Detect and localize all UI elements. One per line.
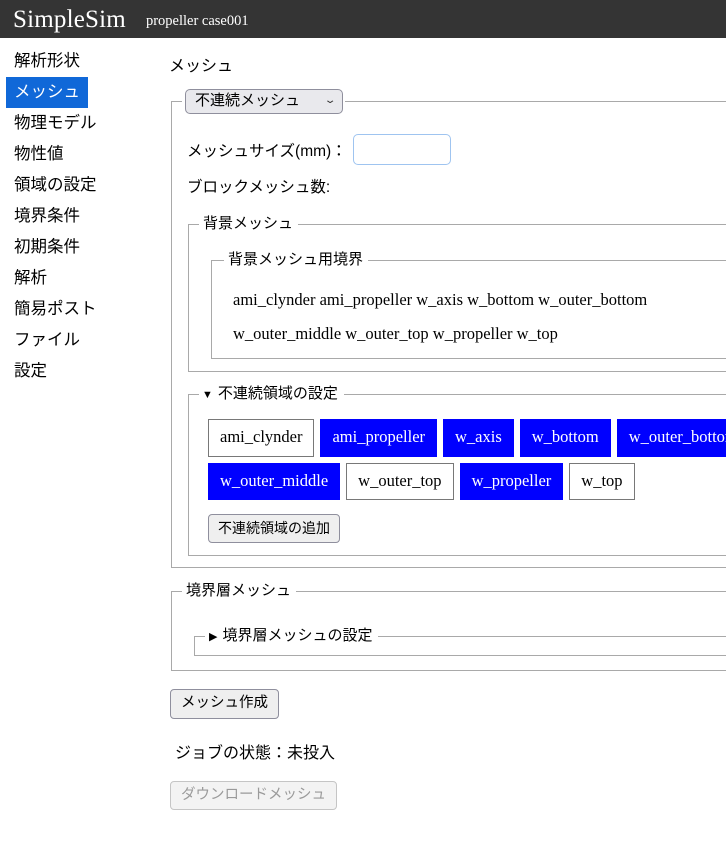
boundary-layer-mesh-settings-legend[interactable]: ▶ 境界層メッシュの設定 bbox=[205, 628, 378, 645]
sidebar-item-file[interactable]: ファイル bbox=[6, 325, 88, 356]
sidebar-item-physics-model[interactable]: 物理モデル bbox=[6, 108, 105, 139]
discontinuous-region-chip-list: ami_clynder ami_propeller w_axis w_botto… bbox=[208, 419, 726, 500]
sidebar-item-simple-post[interactable]: 簡易ポスト bbox=[6, 294, 105, 325]
triangle-down-icon: ▼ bbox=[202, 389, 213, 401]
main-content: メッシュ 不連続メッシュ ⌄ メッシュサイズ(mm)： ブロックメッシュ数: 背… bbox=[146, 38, 726, 862]
mesh-type-select-value: 不連続メッシュ bbox=[195, 92, 301, 109]
app-brand: SimpleSim bbox=[13, 5, 126, 33]
boundary-layer-mesh-panel: 境界層メッシュ ▶ 境界層メッシュの設定 bbox=[171, 582, 726, 672]
region-chip-ami-propeller[interactable]: ami_propeller bbox=[320, 419, 438, 457]
region-chip-w-propeller[interactable]: w_propeller bbox=[459, 462, 564, 500]
create-mesh-button[interactable]: メッシュ作成 bbox=[170, 689, 279, 719]
mesh-size-input[interactable] bbox=[352, 134, 451, 165]
boundary-layer-mesh-settings-panel: ▶ 境界層メッシュの設定 bbox=[194, 628, 726, 657]
mesh-settings-panel: 不連続メッシュ ⌄ メッシュサイズ(mm)： ブロックメッシュ数: 背景メッシュ… bbox=[171, 89, 726, 569]
app-header: SimpleSim propeller case001 bbox=[0, 0, 726, 38]
boundary-name-line: ami_clynder ami_propeller w_axis w_botto… bbox=[233, 290, 648, 309]
sidebar-item-analysis[interactable]: 解析 bbox=[6, 263, 55, 294]
discontinuous-region-legend-label: 不連続領域の設定 bbox=[217, 385, 338, 402]
background-mesh-boundary-legend: 背景メッシュ用境界 bbox=[228, 251, 364, 268]
region-chip-w-outer-middle[interactable]: w_outer_middle bbox=[208, 462, 341, 500]
case-name-label: propeller case001 bbox=[145, 12, 249, 29]
add-discontinuous-region-button[interactable]: 不連続領域の追加 bbox=[208, 514, 340, 544]
mesh-size-label: メッシュサイズ(mm)： bbox=[187, 142, 347, 160]
sidebar-item-material-properties[interactable]: 物性値 bbox=[6, 139, 72, 170]
region-chip-w-bottom[interactable]: w_bottom bbox=[519, 419, 611, 457]
background-mesh-panel: 背景メッシュ 背景メッシュ用境界 ami_clynder ami_propell… bbox=[188, 216, 726, 372]
boundary-name-line: w_outer_middle w_outer_top w_propeller w… bbox=[233, 324, 558, 343]
sidebar-nav: 解析形状 メッシュ 物理モデル 物性値 領域の設定 境界条件 初期条件 解析 簡… bbox=[0, 38, 146, 862]
region-chip-ami-clynder[interactable]: ami_clynder bbox=[208, 419, 315, 457]
background-mesh-legend: 背景メッシュ bbox=[203, 215, 294, 232]
region-chip-w-outer-top[interactable]: w_outer_top bbox=[346, 462, 454, 500]
boundary-layer-mesh-settings-label: 境界層メッシュの設定 bbox=[222, 627, 373, 645]
region-chip-w-outer-bottom[interactable]: w_outer_bottom bbox=[616, 419, 726, 457]
discontinuous-region-legend[interactable]: ▼ 不連続領域の設定 bbox=[199, 386, 344, 403]
job-status-text: ジョブの状態：未投入 bbox=[175, 744, 336, 762]
sidebar-item-mesh[interactable]: メッシュ bbox=[6, 77, 88, 108]
discontinuous-region-panel: ▼ 不連続領域の設定 ami_clynder ami_propeller w_ax… bbox=[188, 386, 726, 557]
page-title: メッシュ bbox=[169, 58, 234, 75]
block-mesh-count-label: ブロックメッシュ数: bbox=[187, 179, 331, 196]
triangle-right-icon: ▶ bbox=[209, 631, 218, 644]
chevron-down-icon: ⌄ bbox=[323, 95, 337, 106]
app-body: 解析形状 メッシュ 物理モデル 物性値 領域の設定 境界条件 初期条件 解析 簡… bbox=[0, 38, 726, 862]
background-mesh-boundary-panel: 背景メッシュ用境界 ami_clynder ami_propeller w_ax… bbox=[211, 252, 726, 359]
bottom-actions: メッシュ作成 ジョブの状態：未投入 ダウンロードメッシュ bbox=[170, 671, 726, 811]
sidebar-item-boundary-conditions[interactable]: 境界条件 bbox=[6, 201, 88, 232]
boundary-layer-mesh-legend: 境界層メッシュ bbox=[186, 582, 292, 600]
mesh-type-legend: 不連続メッシュ ⌄ bbox=[182, 89, 345, 114]
download-mesh-button[interactable]: ダウンロードメッシュ bbox=[170, 780, 337, 811]
mesh-size-row: メッシュサイズ(mm)： bbox=[187, 134, 726, 165]
region-chip-w-axis[interactable]: w_axis bbox=[443, 419, 514, 457]
region-chip-w-top[interactable]: w_top bbox=[569, 462, 635, 500]
sidebar-item-analysis-shape[interactable]: 解析形状 bbox=[6, 46, 88, 77]
mesh-type-select[interactable]: 不連続メッシュ ⌄ bbox=[185, 89, 344, 114]
sidebar-item-region-settings[interactable]: 領域の設定 bbox=[6, 170, 105, 201]
discontinuous-region-actions: 不連続領域の追加 ⌄ の削除 bbox=[208, 514, 726, 544]
sidebar-item-initial-conditions[interactable]: 初期条件 bbox=[6, 232, 88, 263]
sidebar-item-settings[interactable]: 設定 bbox=[6, 356, 55, 387]
